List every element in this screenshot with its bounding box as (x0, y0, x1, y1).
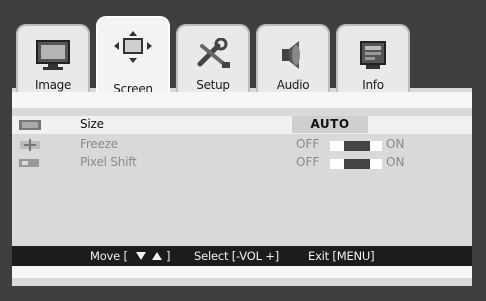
freeze-icon (20, 139, 40, 151)
toggle-thumb[interactable] (344, 159, 370, 169)
toggle-on-label: ON (386, 137, 405, 151)
setting-label: Size (80, 117, 104, 131)
hint-select: Select [-VOL +] (194, 249, 279, 263)
tab-image[interactable]: Image (16, 24, 90, 102)
tools-icon (197, 38, 230, 68)
hint-move-end: ] (166, 249, 171, 263)
tab-label: Info (362, 78, 384, 92)
toggle-thumb[interactable] (344, 141, 370, 151)
setting-row-pixel-shift[interactable]: Pixel Shift OFF ON (12, 154, 472, 172)
tab-audio[interactable]: Audio (256, 24, 330, 102)
setting-row-size[interactable]: Size AUTO (12, 116, 472, 134)
screen-arrows-icon (114, 31, 152, 63)
setting-label: Pixel Shift (80, 155, 137, 169)
tab-setup[interactable]: Setup (176, 24, 250, 102)
toggle-off-label: OFF (296, 155, 320, 169)
tab-info[interactable]: Info (336, 24, 410, 102)
size-value-selector[interactable]: AUTO (292, 116, 368, 133)
tab-bar: Image Screen Setup Audio Info (12, 14, 472, 102)
arrow-down-icon (136, 252, 146, 260)
pixel-shift-toggle[interactable]: OFF ON (296, 155, 416, 171)
arrow-up-icon (152, 252, 162, 260)
hint-move: Move [ (90, 249, 128, 263)
header-band (12, 92, 472, 108)
freeze-toggle[interactable]: OFF ON (296, 137, 416, 153)
setting-label: Freeze (80, 137, 118, 151)
tab-screen[interactable]: Screen (96, 16, 170, 102)
setting-row-freeze[interactable]: Freeze OFF ON (12, 136, 472, 154)
info-card-icon (360, 41, 386, 69)
navigation-hint-bar: Move [ ] Select [-VOL +] Exit [MENU] (12, 246, 472, 266)
monitor-icon (36, 40, 70, 70)
tab-label: Audio (276, 78, 310, 92)
hint-exit: Exit [MENU] (308, 249, 375, 263)
tab-label: Setup (196, 78, 230, 92)
pixel-shift-icon (19, 159, 39, 167)
toggle-off-label: OFF (296, 137, 320, 151)
osd-frame: Image Screen Setup Audio Info Size AUTO … (0, 0, 486, 301)
speaker-icon (282, 41, 300, 69)
tab-label: Image (34, 78, 72, 92)
footer-band (12, 266, 472, 278)
toggle-on-label: ON (386, 155, 405, 169)
size-icon (19, 120, 41, 130)
